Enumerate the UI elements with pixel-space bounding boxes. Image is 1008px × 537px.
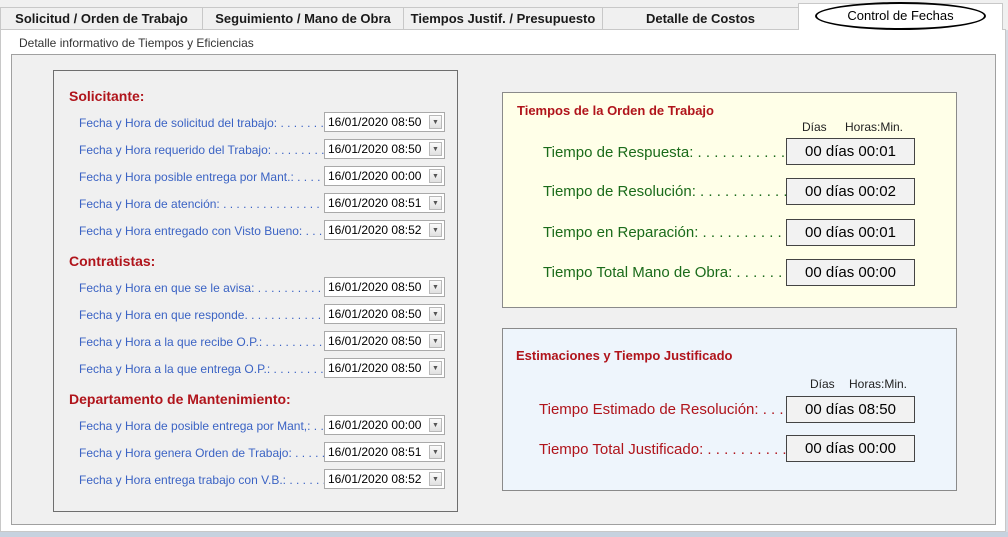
tiempo-total-justificado-label: Tiempo Total Justificado: . . . . . . . …	[539, 441, 795, 458]
datetime-value: 16/01/2020 08:52	[328, 223, 422, 237]
chevron-down-icon[interactable]: ▼	[429, 307, 442, 321]
datetime-value: 16/01/2020 00:00	[328, 418, 422, 432]
tiempo-total-mano-obra-label: Tiempo Total Mano de Obra: . . . . . . .	[543, 264, 791, 281]
row-label: Fecha y Hora requerido del Trabajo: . . …	[79, 143, 324, 157]
posible-entrega-datetime-picker[interactable]: 16/01/2020 00:00 ▼	[324, 166, 445, 186]
window-bottom-edge	[0, 532, 1008, 537]
posible-entrega-mant-datetime-picker[interactable]: 16/01/2020 00:00 ▼	[324, 415, 445, 435]
row-label: Fecha y Hora de atención: . . . . . . . …	[79, 197, 324, 211]
chevron-down-icon[interactable]: ▼	[429, 280, 442, 294]
tiempo-estimado-resolucion-label: Tiempo Estimado de Resolución: . . .	[539, 401, 784, 418]
column-header-horas: Horas:Min.	[845, 120, 904, 134]
row-label: Fecha y Hora genera Orden de Trabajo: . …	[79, 446, 324, 460]
tiempo-estimado-resolucion-value: 00 días 08:50	[786, 396, 915, 423]
datetime-value: 16/01/2020 08:50	[328, 334, 422, 348]
row-label: Fecha y Hora a la que recibe O.P.: . . .…	[79, 335, 324, 349]
tiempo-respuesta-label: Tiempo de Respuesta: . . . . . . . . . .…	[543, 144, 802, 161]
row-label: Fecha y Hora en que responde. . . . . . …	[79, 308, 324, 322]
datetime-value: 16/01/2020 08:50	[328, 280, 422, 294]
tiempo-resolucion-value: 00 días 00:02	[786, 178, 915, 205]
chevron-down-icon[interactable]: ▼	[429, 418, 442, 432]
tab-content: Detalle informativo de Tiempos y Eficien…	[0, 29, 1006, 532]
chevron-down-icon[interactable]: ▼	[429, 169, 442, 183]
tiempo-resolucion-label: Tiempo de Resolución: . . . . . . . . . …	[543, 183, 796, 200]
datetime-value: 16/01/2020 08:50	[328, 307, 422, 321]
entrega-trabajo-vb-datetime-picker[interactable]: 16/01/2020 08:52 ▼	[324, 469, 445, 489]
tiempo-total-justificado-value: 00 días 00:00	[786, 435, 915, 462]
tab-tiempos-presupuesto[interactable]: Tiempos Justif. / Presupuesto	[403, 7, 603, 29]
page-subtitle: Detalle informativo de Tiempos y Eficien…	[19, 36, 254, 50]
datetime-value: 16/01/2020 08:51	[328, 196, 422, 210]
row-label: Fecha y Hora posible entrega por Mant.: …	[79, 170, 324, 184]
solicitante-title: Solicitante:	[69, 88, 145, 104]
datetime-value: 16/01/2020 00:00	[328, 169, 422, 183]
estimaciones-panel: Estimaciones y Tiempo Justificado Días H…	[502, 328, 957, 491]
tab-control-fechas-label: Control de Fechas	[815, 1, 986, 30]
responde-datetime-picker[interactable]: 16/01/2020 08:50 ▼	[324, 304, 445, 324]
tiempo-reparacion-value: 00 días 00:01	[786, 219, 915, 246]
chevron-down-icon[interactable]: ▼	[429, 472, 442, 486]
chevron-down-icon[interactable]: ▼	[429, 445, 442, 459]
entrega-op-datetime-picker[interactable]: 16/01/2020 08:50 ▼	[324, 358, 445, 378]
mantenimiento-title: Departamento de Mantenimiento:	[69, 391, 291, 407]
column-header-dias: Días	[810, 377, 835, 391]
tab-control-fechas[interactable]: Control de Fechas	[798, 1, 1003, 30]
contratistas-title: Contratistas:	[69, 253, 156, 269]
datetime-value: 16/01/2020 08:52	[328, 472, 422, 486]
visto-bueno-datetime-picker[interactable]: 16/01/2020 08:52 ▼	[324, 220, 445, 240]
column-header-horas: Horas:Min.	[849, 377, 908, 391]
chevron-down-icon[interactable]: ▼	[429, 361, 442, 375]
avisa-datetime-picker[interactable]: 16/01/2020 08:50 ▼	[324, 277, 445, 297]
datetime-value: 16/01/2020 08:50	[328, 142, 422, 156]
dates-group: Solicitante: Fecha y Hora de solicitud d…	[53, 70, 458, 512]
datetime-value: 16/01/2020 08:50	[328, 115, 422, 129]
main-group: Solicitante: Fecha y Hora de solicitud d…	[11, 54, 996, 525]
tiempos-orden-title: Tiempos de la Orden de Trabajo	[517, 103, 714, 118]
column-header-dias: Días	[802, 120, 827, 134]
row-label: Fecha y Hora de solicitud del trabajo: .…	[79, 116, 324, 130]
genera-orden-datetime-picker[interactable]: 16/01/2020 08:51 ▼	[324, 442, 445, 462]
estimaciones-title: Estimaciones y Tiempo Justificado	[516, 348, 733, 363]
tiempo-respuesta-value: 00 días 00:01	[786, 138, 915, 165]
row-label: Fecha y Hora a la que entrega O.P.: . . …	[79, 362, 324, 376]
chevron-down-icon[interactable]: ▼	[429, 142, 442, 156]
row-label: Fecha y Hora entrega trabajo con V.B.: .…	[79, 473, 324, 487]
datetime-value: 16/01/2020 08:50	[328, 361, 422, 375]
tiempos-orden-panel: Tiempos de la Orden de Trabajo Días Hora…	[502, 92, 957, 308]
datetime-value: 16/01/2020 08:51	[328, 445, 422, 459]
row-label: Fecha y Hora entregado con Visto Bueno: …	[79, 224, 324, 238]
tab-solicitud-orden[interactable]: Solicitud / Orden de Trabajo	[0, 7, 203, 29]
solicitud-datetime-picker[interactable]: 16/01/2020 08:50 ▼	[324, 112, 445, 132]
chevron-down-icon[interactable]: ▼	[429, 223, 442, 237]
row-label: Fecha y Hora de posible entrega por Mant…	[79, 419, 324, 433]
requerido-datetime-picker[interactable]: 16/01/2020 08:50 ▼	[324, 139, 445, 159]
tiempo-total-mano-obra-value: 00 días 00:00	[786, 259, 915, 286]
chevron-down-icon[interactable]: ▼	[429, 334, 442, 348]
chevron-down-icon[interactable]: ▼	[429, 115, 442, 129]
row-label: Fecha y Hora en que se le avisa: . . . .…	[79, 281, 324, 295]
atencion-datetime-picker[interactable]: 16/01/2020 08:51 ▼	[324, 193, 445, 213]
tiempo-reparacion-label: Tiempo en Reparación: . . . . . . . . . …	[543, 224, 799, 241]
tab-detalle-costos[interactable]: Detalle de Costos	[602, 7, 799, 29]
tab-seguimiento-mano-obra[interactable]: Seguimiento / Mano de Obra	[202, 7, 404, 29]
recibe-op-datetime-picker[interactable]: 16/01/2020 08:50 ▼	[324, 331, 445, 351]
chevron-down-icon[interactable]: ▼	[429, 196, 442, 210]
tab-bar: Solicitud / Orden de Trabajo Seguimiento…	[0, 0, 1008, 30]
